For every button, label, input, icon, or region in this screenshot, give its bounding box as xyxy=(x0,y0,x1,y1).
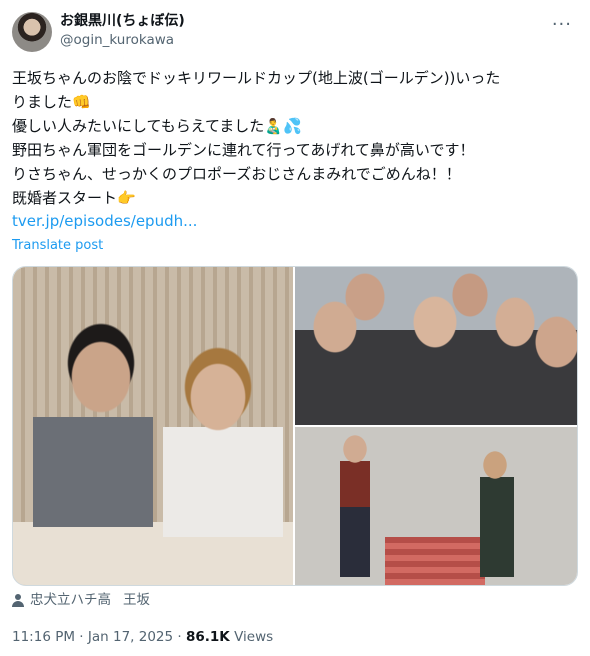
tweet-text: 王坂ちゃんのお陰でドッキリワールドカップ(地上波(ゴールデン))いった りました… xyxy=(12,69,501,207)
photo-couple-at-dinner[interactable] xyxy=(13,267,293,585)
views-label: Views xyxy=(234,629,274,645)
views-count: 86.1K xyxy=(186,629,230,645)
person-icon xyxy=(12,593,24,607)
meta-separator: · xyxy=(79,629,84,645)
location-place: 忠犬立ハチ高 xyxy=(30,592,111,608)
location-person: 王坂 xyxy=(123,592,150,608)
translate-post-link[interactable]: Translate post xyxy=(12,237,103,255)
author-names: お銀黒川(ちょぼ伝) @ogin_kurokawa xyxy=(60,12,185,50)
tweet-link[interactable]: tver.jp/episodes/epudh... xyxy=(12,209,197,233)
more-dots-icon[interactable]: ··· xyxy=(552,14,572,35)
media-grid xyxy=(12,266,578,586)
tweet-meta: 11:16 PM · Jan 17, 2025 · 86.1K Views xyxy=(12,628,273,646)
photo-stairway[interactable] xyxy=(295,427,577,585)
location-tag[interactable]: 忠犬立ハチ高 王坂 xyxy=(12,591,150,609)
post-time[interactable]: 11:16 PM xyxy=(12,629,75,645)
photo-group-selfie[interactable] xyxy=(295,267,577,425)
user-handle[interactable]: @ogin_kurokawa xyxy=(60,31,185,50)
avatar[interactable] xyxy=(12,12,52,52)
meta-separator-2: · xyxy=(177,629,182,645)
tweet-header: お銀黒川(ちょぼ伝) @ogin_kurokawa ··· xyxy=(12,12,578,56)
display-name[interactable]: お銀黒川(ちょぼ伝) xyxy=(60,12,185,31)
post-date[interactable]: Jan 17, 2025 xyxy=(88,629,173,645)
